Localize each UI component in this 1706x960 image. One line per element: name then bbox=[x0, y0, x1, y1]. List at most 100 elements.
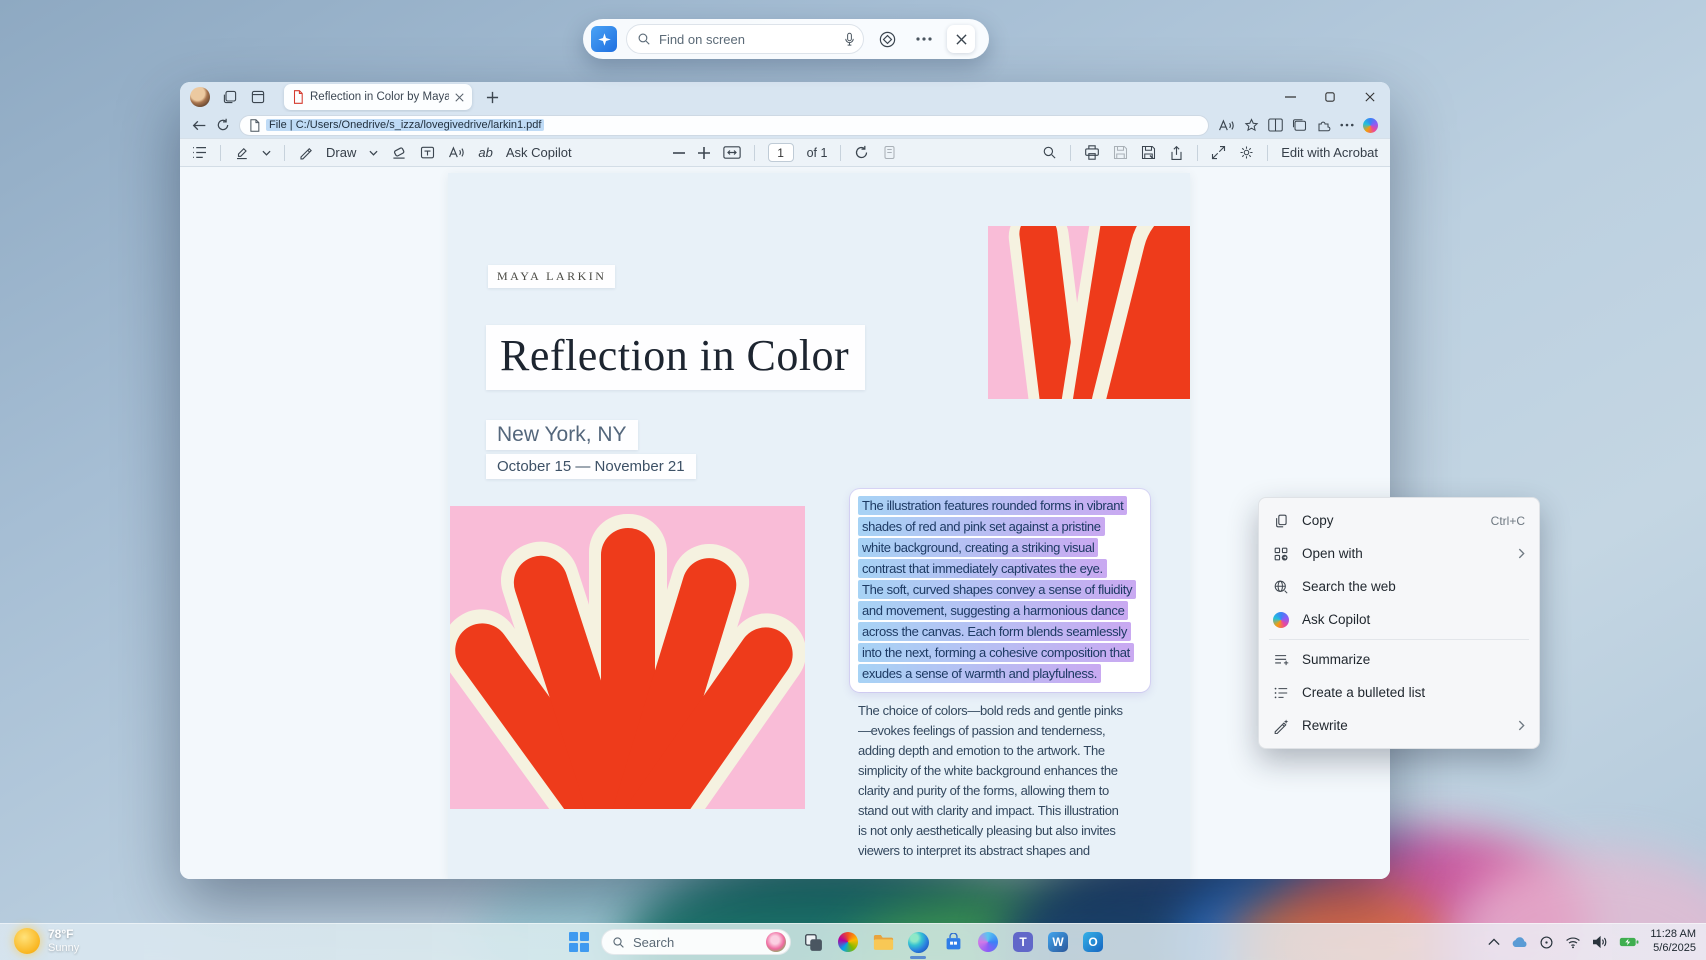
highlighted-line: into the next, forming a cohesive compos… bbox=[858, 643, 1142, 662]
save-as-button[interactable] bbox=[1141, 145, 1156, 160]
start-button[interactable] bbox=[566, 929, 592, 955]
taskbar-clock[interactable]: 11:28 AM 5/6/2025 bbox=[1650, 928, 1696, 956]
context-menu-item-search-web[interactable]: Search the web bbox=[1259, 570, 1539, 603]
submenu-chevron-icon bbox=[1518, 548, 1525, 559]
rotate-button[interactable] bbox=[854, 145, 869, 160]
photos-app-button[interactable] bbox=[835, 929, 861, 955]
extensions-button[interactable] bbox=[1316, 118, 1331, 133]
fit-to-width-button[interactable] bbox=[723, 146, 741, 159]
maximize-button[interactable] bbox=[1310, 82, 1350, 112]
hidden-icons-chevron[interactable] bbox=[1488, 938, 1500, 946]
context-menu-item-open-with[interactable]: Open with bbox=[1259, 537, 1539, 570]
chevron-down-icon[interactable] bbox=[262, 150, 271, 156]
context-menu-item-rewrite[interactable]: Rewrite bbox=[1259, 709, 1539, 742]
back-button[interactable] bbox=[192, 119, 207, 132]
pdf-settings-button[interactable] bbox=[1239, 145, 1254, 160]
ab-text-button[interactable]: ab bbox=[478, 145, 492, 160]
desktop: Reflection in Color by Maya Lark bbox=[0, 0, 1706, 960]
read-aloud-icon[interactable] bbox=[448, 145, 465, 160]
edge-icon bbox=[908, 932, 929, 953]
highlighted-line: shades of red and pink set against a pri… bbox=[858, 517, 1142, 536]
battery-icon[interactable] bbox=[1619, 936, 1639, 948]
page-number-input[interactable] bbox=[768, 143, 794, 162]
microphone-icon[interactable] bbox=[843, 32, 856, 47]
edit-with-acrobat-button[interactable]: Edit with Acrobat bbox=[1281, 145, 1378, 160]
zoom-out-button[interactable] bbox=[673, 152, 685, 154]
submenu-chevron-icon bbox=[1518, 720, 1525, 731]
search-document-button[interactable] bbox=[1042, 145, 1057, 160]
word-button[interactable]: W bbox=[1045, 929, 1071, 955]
highlighted-line: across the canvas. Each form blends seam… bbox=[858, 622, 1142, 641]
document-author: MAYA LARKIN bbox=[488, 265, 615, 288]
rewrite-icon bbox=[1273, 718, 1289, 734]
find-on-screen-widget bbox=[583, 19, 989, 59]
search-icon bbox=[637, 32, 651, 46]
microsoft-store-button[interactable] bbox=[940, 929, 966, 955]
context-menu-item-summarize[interactable]: Summarize bbox=[1259, 643, 1539, 676]
screen-search-tray-icon[interactable] bbox=[1539, 935, 1554, 950]
zoom-in-button[interactable] bbox=[698, 147, 710, 159]
pen-icon[interactable] bbox=[298, 145, 313, 160]
file-explorer-button[interactable] bbox=[870, 929, 896, 955]
tab-close-icon[interactable] bbox=[455, 93, 464, 102]
taskbar-copilot-button[interactable] bbox=[975, 929, 1001, 955]
toc-button[interactable] bbox=[192, 146, 207, 159]
highlighted-line: and movement, suggesting a harmonious da… bbox=[858, 601, 1142, 620]
draw-tool-button[interactable]: Draw bbox=[326, 145, 356, 160]
new-tab-button[interactable] bbox=[486, 91, 499, 104]
context-menu-item-copy[interactable]: Copy Ctrl+C bbox=[1259, 504, 1539, 537]
read-aloud-button[interactable] bbox=[1218, 118, 1235, 133]
teams-button[interactable]: T bbox=[1010, 929, 1036, 955]
taskbar-search[interactable]: Search bbox=[601, 929, 791, 955]
copilot-button[interactable] bbox=[1363, 118, 1378, 133]
volume-icon[interactable] bbox=[1592, 935, 1608, 949]
tab-actions-icon[interactable] bbox=[250, 89, 266, 105]
highlighted-paragraph[interactable]: The illustration features rounded forms … bbox=[850, 489, 1150, 692]
minimize-button[interactable] bbox=[1270, 82, 1310, 112]
tab-title: Reflection in Color by Maya Lark bbox=[310, 91, 449, 103]
close-widget-button[interactable] bbox=[947, 25, 975, 53]
workspaces-icon[interactable] bbox=[222, 89, 238, 105]
sun-icon bbox=[14, 928, 40, 954]
edge-app-button[interactable] bbox=[905, 929, 931, 955]
address-bar[interactable]: File | C:/Users/Onedrive/s_izza/lovegive… bbox=[239, 115, 1209, 136]
search-highlight-image bbox=[766, 932, 786, 952]
browser-tab[interactable]: Reflection in Color by Maya Lark bbox=[284, 84, 472, 110]
more-options-button[interactable] bbox=[910, 25, 938, 53]
pdf-toolbar: Draw ab Ask Copilot bbox=[180, 138, 1390, 167]
chevron-down-icon[interactable] bbox=[369, 150, 378, 156]
eraser-button[interactable] bbox=[391, 145, 407, 160]
onedrive-cloud-icon[interactable] bbox=[1511, 936, 1528, 948]
close-icon bbox=[956, 34, 967, 45]
browser-titlebar: Reflection in Color by Maya Lark bbox=[180, 82, 1390, 112]
find-search-box[interactable] bbox=[626, 24, 864, 54]
find-input[interactable] bbox=[659, 32, 835, 47]
context-menu-item-ask-copilot[interactable]: Ask Copilot bbox=[1259, 603, 1539, 636]
share-button[interactable] bbox=[1169, 145, 1184, 161]
collections-button[interactable] bbox=[1292, 118, 1307, 132]
split-screen-button[interactable] bbox=[1268, 118, 1283, 132]
context-menu-item-bulleted-list[interactable]: Create a bulleted list bbox=[1259, 676, 1539, 709]
fullscreen-button[interactable] bbox=[1211, 145, 1226, 160]
wifi-icon[interactable] bbox=[1565, 936, 1581, 949]
weather-widget[interactable]: 78°F Sunny bbox=[14, 928, 79, 954]
text-box-button[interactable] bbox=[420, 145, 435, 160]
save-button[interactable] bbox=[1113, 145, 1128, 160]
settings-more-button[interactable] bbox=[1340, 123, 1354, 127]
pdf-file-icon bbox=[292, 90, 304, 104]
page-view-button[interactable] bbox=[882, 145, 897, 160]
visual-search-button[interactable] bbox=[873, 25, 901, 53]
word-icon: W bbox=[1048, 932, 1068, 952]
favorites-star-button[interactable] bbox=[1244, 118, 1259, 133]
ask-copilot-button[interactable]: Ask Copilot bbox=[506, 145, 572, 160]
system-tray: 11:28 AM 5/6/2025 bbox=[1488, 924, 1696, 960]
profile-avatar[interactable] bbox=[190, 87, 210, 107]
highlighter-icon[interactable] bbox=[234, 145, 249, 160]
task-view-button[interactable] bbox=[800, 929, 826, 955]
copilot-icon bbox=[978, 932, 998, 952]
print-button[interactable] bbox=[1084, 145, 1100, 160]
outlook-button[interactable]: O bbox=[1080, 929, 1106, 955]
outlook-icon: O bbox=[1083, 932, 1103, 952]
refresh-button[interactable] bbox=[216, 118, 230, 132]
close-button[interactable] bbox=[1350, 82, 1390, 112]
